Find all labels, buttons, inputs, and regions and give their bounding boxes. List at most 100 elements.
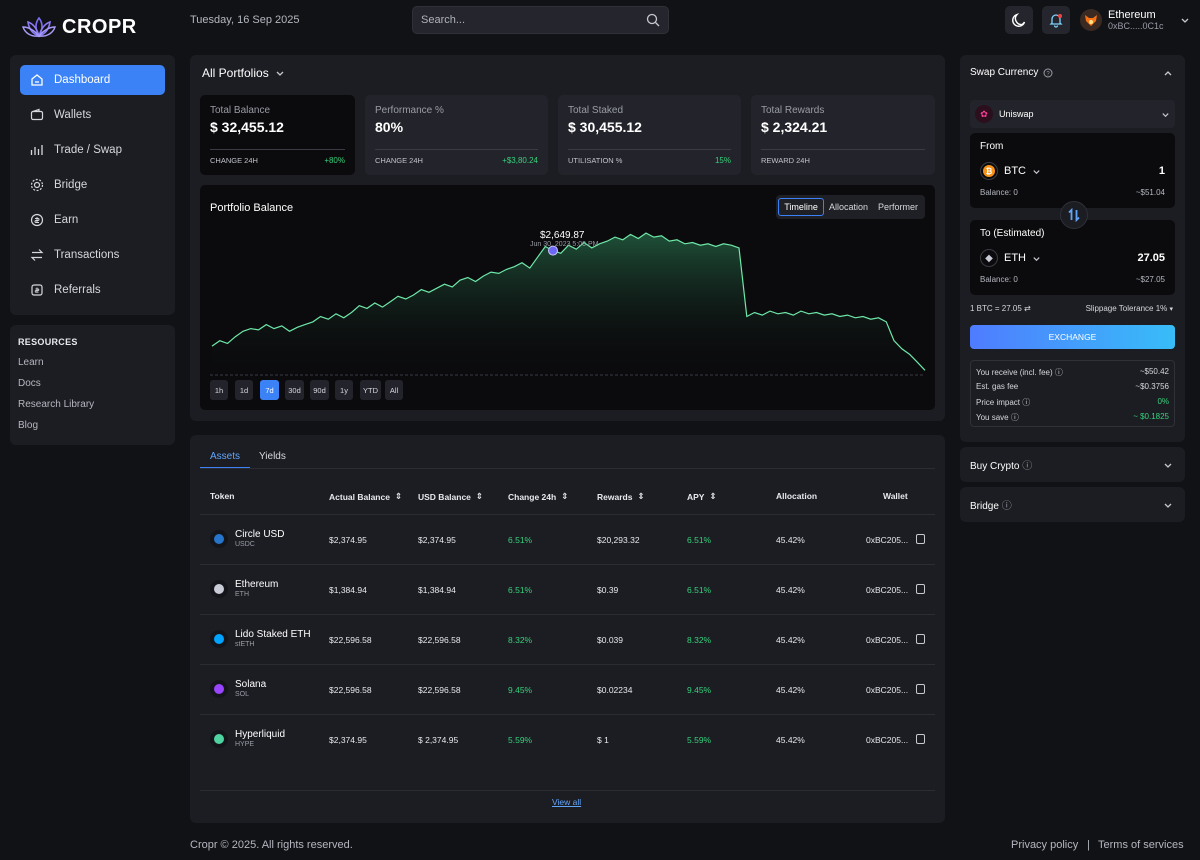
from-coin-selector[interactable]: ₿ BTC xyxy=(980,162,1041,180)
sidebar-item-label: Trade / Swap xyxy=(54,144,122,156)
token-color-dot xyxy=(214,584,224,594)
summary-value: 0% xyxy=(1157,397,1169,406)
table-row[interactable]: Circle USD USDC $2,374.95 $2,374.95 6.51% $20… xyxy=(200,514,935,564)
sidebar-item-transactions[interactable]: Transactions xyxy=(20,240,165,270)
brand-logo[interactable]: CROPR xyxy=(22,12,137,42)
dex-selector[interactable]: ✿ Uniswap xyxy=(970,100,1175,128)
resource-link-learn[interactable]: Learn xyxy=(18,357,44,368)
slippage-selector[interactable]: Slippage Tolerance 1% ▾ xyxy=(1086,304,1173,313)
sort-icon[interactable]: ⇕ xyxy=(637,491,644,502)
from-amount-input[interactable]: 1 xyxy=(1159,165,1165,177)
search-input[interactable] xyxy=(421,14,621,26)
info-icon[interactable]: ⓘ xyxy=(1022,461,1032,472)
timeframe-7d[interactable]: 7d xyxy=(260,380,279,400)
slippage-text: Slippage Tolerance 1% xyxy=(1085,304,1168,313)
col-apy[interactable]: APY ⇕ xyxy=(687,491,717,502)
col-usd-balance[interactable]: USD Balance ⇕ xyxy=(418,491,483,502)
copy-icon[interactable] xyxy=(916,584,925,594)
uniswap-icon: ✿ xyxy=(975,105,993,123)
cell-alloc: 45.42% xyxy=(776,735,805,745)
copy-icon[interactable] xyxy=(916,534,925,544)
portfolio-selector[interactable]: All Portfolios xyxy=(202,66,285,80)
sidebar-item-dashboard[interactable]: Dashboard xyxy=(20,65,165,95)
stat-value: 80% xyxy=(375,119,404,135)
summary-value: ~$50.42 xyxy=(1139,367,1169,376)
tab-yields[interactable]: Yields xyxy=(259,451,286,462)
col-apy-label: APY xyxy=(687,491,705,502)
buy-crypto-panel[interactable]: Buy Crypto ⓘ xyxy=(960,447,1185,482)
refresh-rate-icon[interactable]: ⇄ xyxy=(1024,304,1031,313)
col-change-24h[interactable]: Change 24h ⇕ xyxy=(508,491,568,502)
resources-title: RESOURCES xyxy=(18,337,78,347)
col-token: Token xyxy=(210,491,234,501)
chevron-up-icon[interactable] xyxy=(1163,69,1173,79)
info-icon[interactable]: ⓘ xyxy=(1002,501,1012,512)
sidebar-item-earn[interactable]: Earn xyxy=(20,205,165,235)
token-color-dot xyxy=(214,734,224,744)
table-row[interactable]: Solana SOL $22,596.58 $22,596.58 9.45% $0.022… xyxy=(200,664,935,714)
sort-icon[interactable]: ⇕ xyxy=(395,491,402,502)
table-row[interactable]: Lido Staked ETH stETH $22,596.58 $22,596.58… xyxy=(200,614,935,664)
resource-link-docs[interactable]: Docs xyxy=(18,378,41,389)
cell-apy: 9.45% xyxy=(687,685,712,695)
chevron-down-icon: ▾ xyxy=(1169,306,1173,313)
token-name: Lido Staked ETH xyxy=(235,629,311,640)
notifications-button[interactable] xyxy=(1042,6,1070,34)
info-icon[interactable]: ? xyxy=(1043,68,1053,78)
account-menu[interactable]: Ethereum 0xBC.....0C1c xyxy=(1080,6,1190,34)
timeframe-30d[interactable]: 30d xyxy=(285,380,304,400)
chevron-down-icon xyxy=(1181,18,1189,23)
exchange-rate-text: 1 BTC = 27.05 xyxy=(970,304,1022,313)
info-icon[interactable]: ⓘ xyxy=(1055,368,1063,377)
to-amount: 27.05 xyxy=(1137,252,1165,264)
col-wallet: Wallet xyxy=(883,491,908,501)
sort-icon[interactable]: ⇕ xyxy=(476,491,483,502)
swap-arrows-icon xyxy=(1068,208,1080,222)
footer-copyright: Cropr © 2025. All rights reserved. xyxy=(190,839,353,851)
tab-assets[interactable]: Assets xyxy=(210,451,240,462)
terms-link[interactable]: Terms of services xyxy=(1098,839,1184,851)
resource-link-blog[interactable]: Blog xyxy=(18,420,38,431)
view-all-link[interactable]: View all xyxy=(552,797,581,807)
table-row[interactable]: Ethereum ETH $1,384.94 $1,384.94 6.51% $0.39 6… xyxy=(200,564,935,614)
timeframe-90d[interactable]: 90d xyxy=(310,380,329,400)
timeframe-1y[interactable]: 1y xyxy=(335,380,353,400)
timeframe-1d[interactable]: 1d xyxy=(235,380,253,400)
sort-icon[interactable]: ⇕ xyxy=(561,491,568,502)
cell-actual: $22,596.58 xyxy=(329,685,372,695)
search-bar[interactable] xyxy=(412,6,669,34)
copy-icon[interactable] xyxy=(916,634,925,644)
theme-toggle-button[interactable] xyxy=(1005,6,1033,34)
table-row[interactable]: Hyperliquid HYPE $2,374.95 $ 2,374.95 5.59% $… xyxy=(200,714,935,764)
info-icon[interactable]: ⓘ xyxy=(1011,413,1019,422)
col-rewards[interactable]: Rewards ⇕ xyxy=(597,491,645,502)
copy-icon[interactable] xyxy=(916,734,925,744)
info-icon[interactable]: ⓘ xyxy=(1022,398,1030,407)
token-icon xyxy=(210,630,228,648)
chevron-down-icon xyxy=(1033,256,1040,261)
stat-footer-value: +$3,80.24 xyxy=(502,156,538,165)
sidebar-item-bridge[interactable]: Bridge xyxy=(20,170,165,200)
timeframe-1h[interactable]: 1h xyxy=(210,380,228,400)
swap-direction-button[interactable] xyxy=(1060,201,1088,229)
sidebar-item-trade-swap[interactable]: Trade / Swap xyxy=(20,135,165,165)
swap-to-panel: To (Estimated) ◆ ETH 27.05 Balance: 0 ~$… xyxy=(970,220,1175,295)
to-label: To (Estimated) xyxy=(980,228,1045,239)
timeframe-all[interactable]: All xyxy=(385,380,403,400)
timeframe-ytd[interactable]: YTD xyxy=(360,380,381,400)
bridge-panel[interactable]: Bridge ⓘ xyxy=(960,487,1185,522)
exchange-button[interactable]: EXCHANGE xyxy=(970,325,1175,349)
resource-link-research-library[interactable]: Research Library xyxy=(18,399,94,410)
account-address: 0xBC.....0C1c xyxy=(1108,21,1164,31)
sort-icon[interactable]: ⇕ xyxy=(709,491,716,502)
sidebar-item-wallets[interactable]: Wallets xyxy=(20,100,165,130)
to-coin-selector[interactable]: ◆ ETH xyxy=(980,249,1041,267)
sidebar-item-referrals[interactable]: Referrals xyxy=(20,275,165,305)
privacy-policy-link[interactable]: Privacy policy xyxy=(1011,839,1078,851)
copy-icon[interactable] xyxy=(916,684,925,694)
tabs-divider xyxy=(200,468,935,469)
exchange-rate[interactable]: 1 BTC = 27.05 ⇄ xyxy=(970,304,1031,313)
col-actual-balance[interactable]: Actual Balance ⇕ xyxy=(329,491,402,502)
swap-header[interactable]: Swap Currency ? xyxy=(970,67,1053,78)
search-icon[interactable] xyxy=(646,13,660,27)
